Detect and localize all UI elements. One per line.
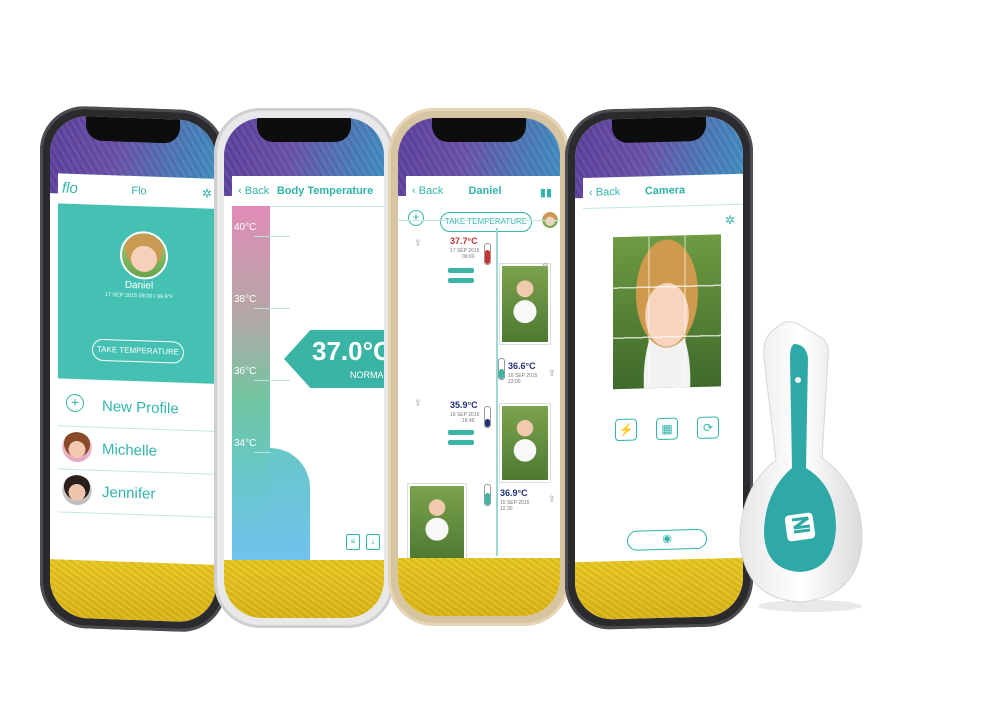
take-temperature-button[interactable]: TAKE TEMPERATURE	[92, 338, 184, 364]
header-title: Flo	[131, 184, 147, 198]
avatar[interactable]	[120, 230, 168, 281]
header-title: Camera	[644, 184, 686, 198]
phone-history-timeline: ‹ Back Daniel ▮▮ + TAKE TEMPERATURE ⇪ 37…	[388, 108, 570, 626]
avatar	[62, 474, 92, 506]
thermometer-icon	[484, 243, 491, 265]
tick-label: 34°C	[234, 438, 257, 449]
entry-temperature: 37.7°C	[450, 236, 478, 246]
footer-wallpaper	[50, 559, 216, 623]
timeline-axis	[496, 228, 498, 556]
take-temperature-button[interactable]: TAKE TEMPERATURE	[440, 212, 532, 232]
photo-thumbnail[interactable]	[500, 404, 550, 482]
footer-wallpaper	[575, 557, 743, 621]
tag-chip[interactable]	[448, 278, 474, 283]
header: ‹ Back Daniel ▮▮	[406, 176, 560, 206]
share-icon[interactable]: ⇪	[548, 494, 556, 505]
list-item-label: New Profile	[102, 397, 179, 418]
tick-label: 36°C	[234, 366, 257, 377]
entry-time: 23:00	[508, 379, 521, 385]
plus-circle-icon[interactable]: +	[408, 210, 424, 226]
screen: ‹ Back Daniel ▮▮ + TAKE TEMPERATURE ⇪ 37…	[398, 118, 560, 616]
camera-preview[interactable]	[613, 234, 721, 390]
notch	[86, 115, 180, 144]
notch	[257, 118, 351, 142]
tick-line	[254, 308, 290, 309]
thermometer-icon	[484, 484, 491, 506]
gear-icon[interactable]: ✲	[725, 213, 737, 227]
bar-chart-icon[interactable]: ▮▮	[540, 186, 552, 199]
photo-thumbnail[interactable]	[408, 484, 466, 560]
header: ‹ Back Camera	[583, 173, 743, 209]
switch-camera-icon[interactable]: ⟳	[697, 416, 719, 440]
notch	[612, 115, 706, 144]
temperature-status: NORMAL	[350, 370, 384, 380]
entry-temperature: 36.6°C	[508, 361, 536, 371]
phone-body-temperature: ‹ Back Body Temperature 40°C 38°C 36°C 3…	[214, 108, 394, 628]
thermometer-icon	[498, 358, 505, 380]
header: flo Flo ✲	[58, 173, 216, 210]
camera-icon: ◉	[662, 532, 672, 545]
list-item-jennifer[interactable]: Jennifer	[58, 469, 216, 518]
header-title: Daniel	[468, 185, 502, 197]
thermometer-device	[739, 321, 863, 612]
temperature-reading: 37.0°C	[312, 336, 384, 366]
header: ‹ Back Body Temperature	[232, 176, 384, 207]
entry-time: 18:45	[462, 418, 475, 424]
list-item-label: Michelle	[102, 440, 158, 460]
list-item-label: Jennifer	[102, 483, 156, 503]
share-icon[interactable]: ⇪	[414, 238, 422, 249]
notch	[432, 118, 526, 142]
gear-icon[interactable]: ✲	[202, 186, 214, 200]
list-item-new-profile[interactable]: + New Profile	[58, 383, 216, 432]
entry-time: 09:00	[462, 254, 475, 260]
screen: ‹ Back Camera ✲ ⚡ ▦ ⟳ ◉	[575, 115, 743, 621]
tag-chip[interactable]	[448, 440, 474, 445]
tick-line	[254, 236, 290, 237]
tick-label: 38°C	[234, 294, 257, 305]
entry-temperature: 36.9°C	[500, 488, 528, 498]
divider	[398, 220, 560, 221]
avatar	[62, 431, 92, 463]
temperature-scale-bar	[232, 206, 270, 560]
tick-line	[254, 380, 290, 381]
phone-camera: ‹ Back Camera ✲ ⚡ ▦ ⟳ ◉	[565, 105, 753, 631]
share-icon[interactable]: ⇪	[414, 398, 422, 409]
screen: ‹ Back Body Temperature 40°C 38°C 36°C 3…	[224, 118, 384, 618]
phone-flo-profiles: flo Flo ✲ Daniel 17 SEP 2015 09:00 / 99.…	[40, 104, 226, 634]
footer-wallpaper	[224, 560, 384, 618]
notes-icon[interactable]: ≡	[346, 534, 360, 550]
settings-icon[interactable]: ⚙	[542, 262, 548, 270]
header-title: Body Temperature	[276, 185, 374, 197]
plus-circle-icon: +	[66, 393, 84, 413]
footer-wallpaper	[398, 558, 560, 616]
list-item-michelle[interactable]: Michelle	[58, 426, 216, 475]
thermometer-icon	[484, 406, 491, 428]
flash-icon[interactable]: ⚡	[615, 418, 637, 442]
tag-chip[interactable]	[448, 268, 474, 273]
download-icon[interactable]: ↓	[366, 534, 380, 550]
photo-thumbnail[interactable]	[500, 264, 550, 344]
grid-overlay	[613, 234, 721, 390]
grid-icon[interactable]: ▦	[656, 417, 678, 441]
tick-label: 40°C	[234, 222, 257, 233]
entry-time: 12:30	[500, 506, 513, 512]
screen: flo Flo ✲ Daniel 17 SEP 2015 09:00 / 99.…	[50, 115, 216, 623]
tag-chip[interactable]	[448, 430, 474, 435]
share-icon[interactable]: ⇪	[548, 368, 556, 379]
shutter-button[interactable]: ◉	[627, 528, 707, 551]
entry-temperature: 35.9°C	[450, 400, 478, 410]
